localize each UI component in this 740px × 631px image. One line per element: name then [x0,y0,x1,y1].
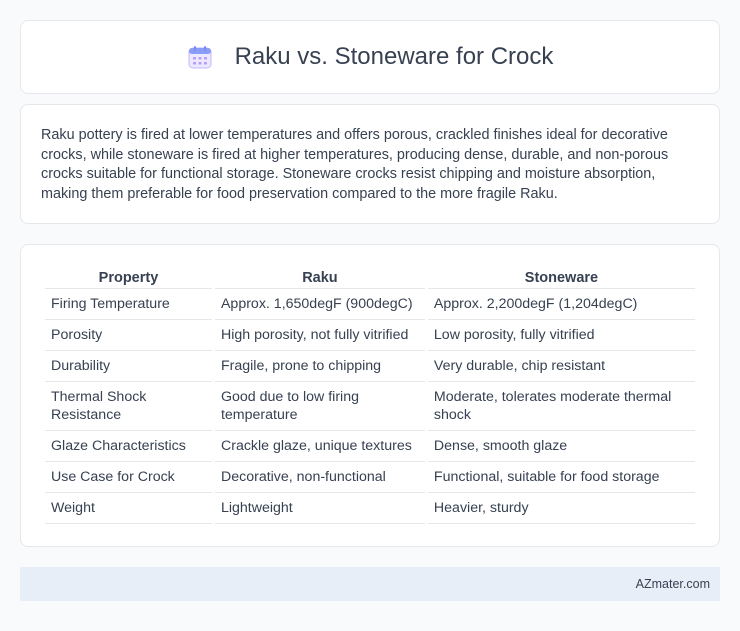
table-header-row: Property Raku Stoneware [45,265,695,289]
raku-cell: Approx. 1,650degF (900degC) [214,289,425,320]
stoneware-cell: Moderate, tolerates moderate thermal sho… [427,382,695,431]
stoneware-cell: Dense, smooth glaze [427,431,695,462]
table-row: Durability Fragile, prone to chipping Ve… [45,351,695,382]
summary-text: Raku pottery is fired at lower temperatu… [41,127,669,202]
property-cell: Firing Temperature [45,289,212,320]
stoneware-cell: Very durable, chip resistant [427,351,695,382]
summary-card: Raku pottery is fired at lower temperatu… [20,104,720,224]
stoneware-cell: Low porosity, fully vitrified [427,320,695,351]
table-row: Porosity High porosity, not fully vitrif… [45,320,695,351]
raku-cell: Decorative, non-functional [214,462,425,493]
title-card: Raku vs. Stoneware for Crock [20,20,720,94]
property-cell: Use Case for Crock [45,462,212,493]
title-row: Raku vs. Stoneware for Crock [187,43,554,71]
raku-cell: High porosity, not fully vitrified [214,320,425,351]
stoneware-cell: Approx. 2,200degF (1,204degC) [427,289,695,320]
property-cell: Glaze Characteristics [45,431,212,462]
header-stoneware: Stoneware [427,265,695,289]
table-row: Thermal Shock Resistance Good due to low… [45,382,695,431]
footer: AZmater.com [20,567,720,601]
page-title: Raku vs. Stoneware for Crock [234,43,554,70]
property-cell: Durability [45,351,212,382]
header-raku: Raku [214,265,425,289]
table-row: Firing Temperature Approx. 1,650degF (90… [45,289,695,320]
raku-cell: Lightweight [214,493,425,524]
header-property: Property [45,265,212,289]
property-cell: Porosity [45,320,212,351]
comparison-table: Property Raku Stoneware Firing Temperatu… [42,265,698,524]
raku-cell: Fragile, prone to chipping [214,351,425,382]
raku-cell: Good due to low firing temperature [214,382,425,431]
table-row: Glaze Characteristics Crackle glaze, uni… [45,431,695,462]
calendar-icon [188,46,212,69]
property-cell: Thermal Shock Resistance [45,382,212,431]
stoneware-cell: Functional, suitable for food storage [427,462,695,493]
footer-site-name: AZmater.com [635,577,710,591]
property-cell: Weight [45,493,212,524]
stoneware-cell: Heavier, sturdy [427,493,695,524]
raku-cell: Crackle glaze, unique textures [214,431,425,462]
table-row: Use Case for Crock Decorative, non-funct… [45,462,695,493]
table-row: Weight Lightweight Heavier, sturdy [45,493,695,524]
comparison-card: Property Raku Stoneware Firing Temperatu… [20,244,720,547]
